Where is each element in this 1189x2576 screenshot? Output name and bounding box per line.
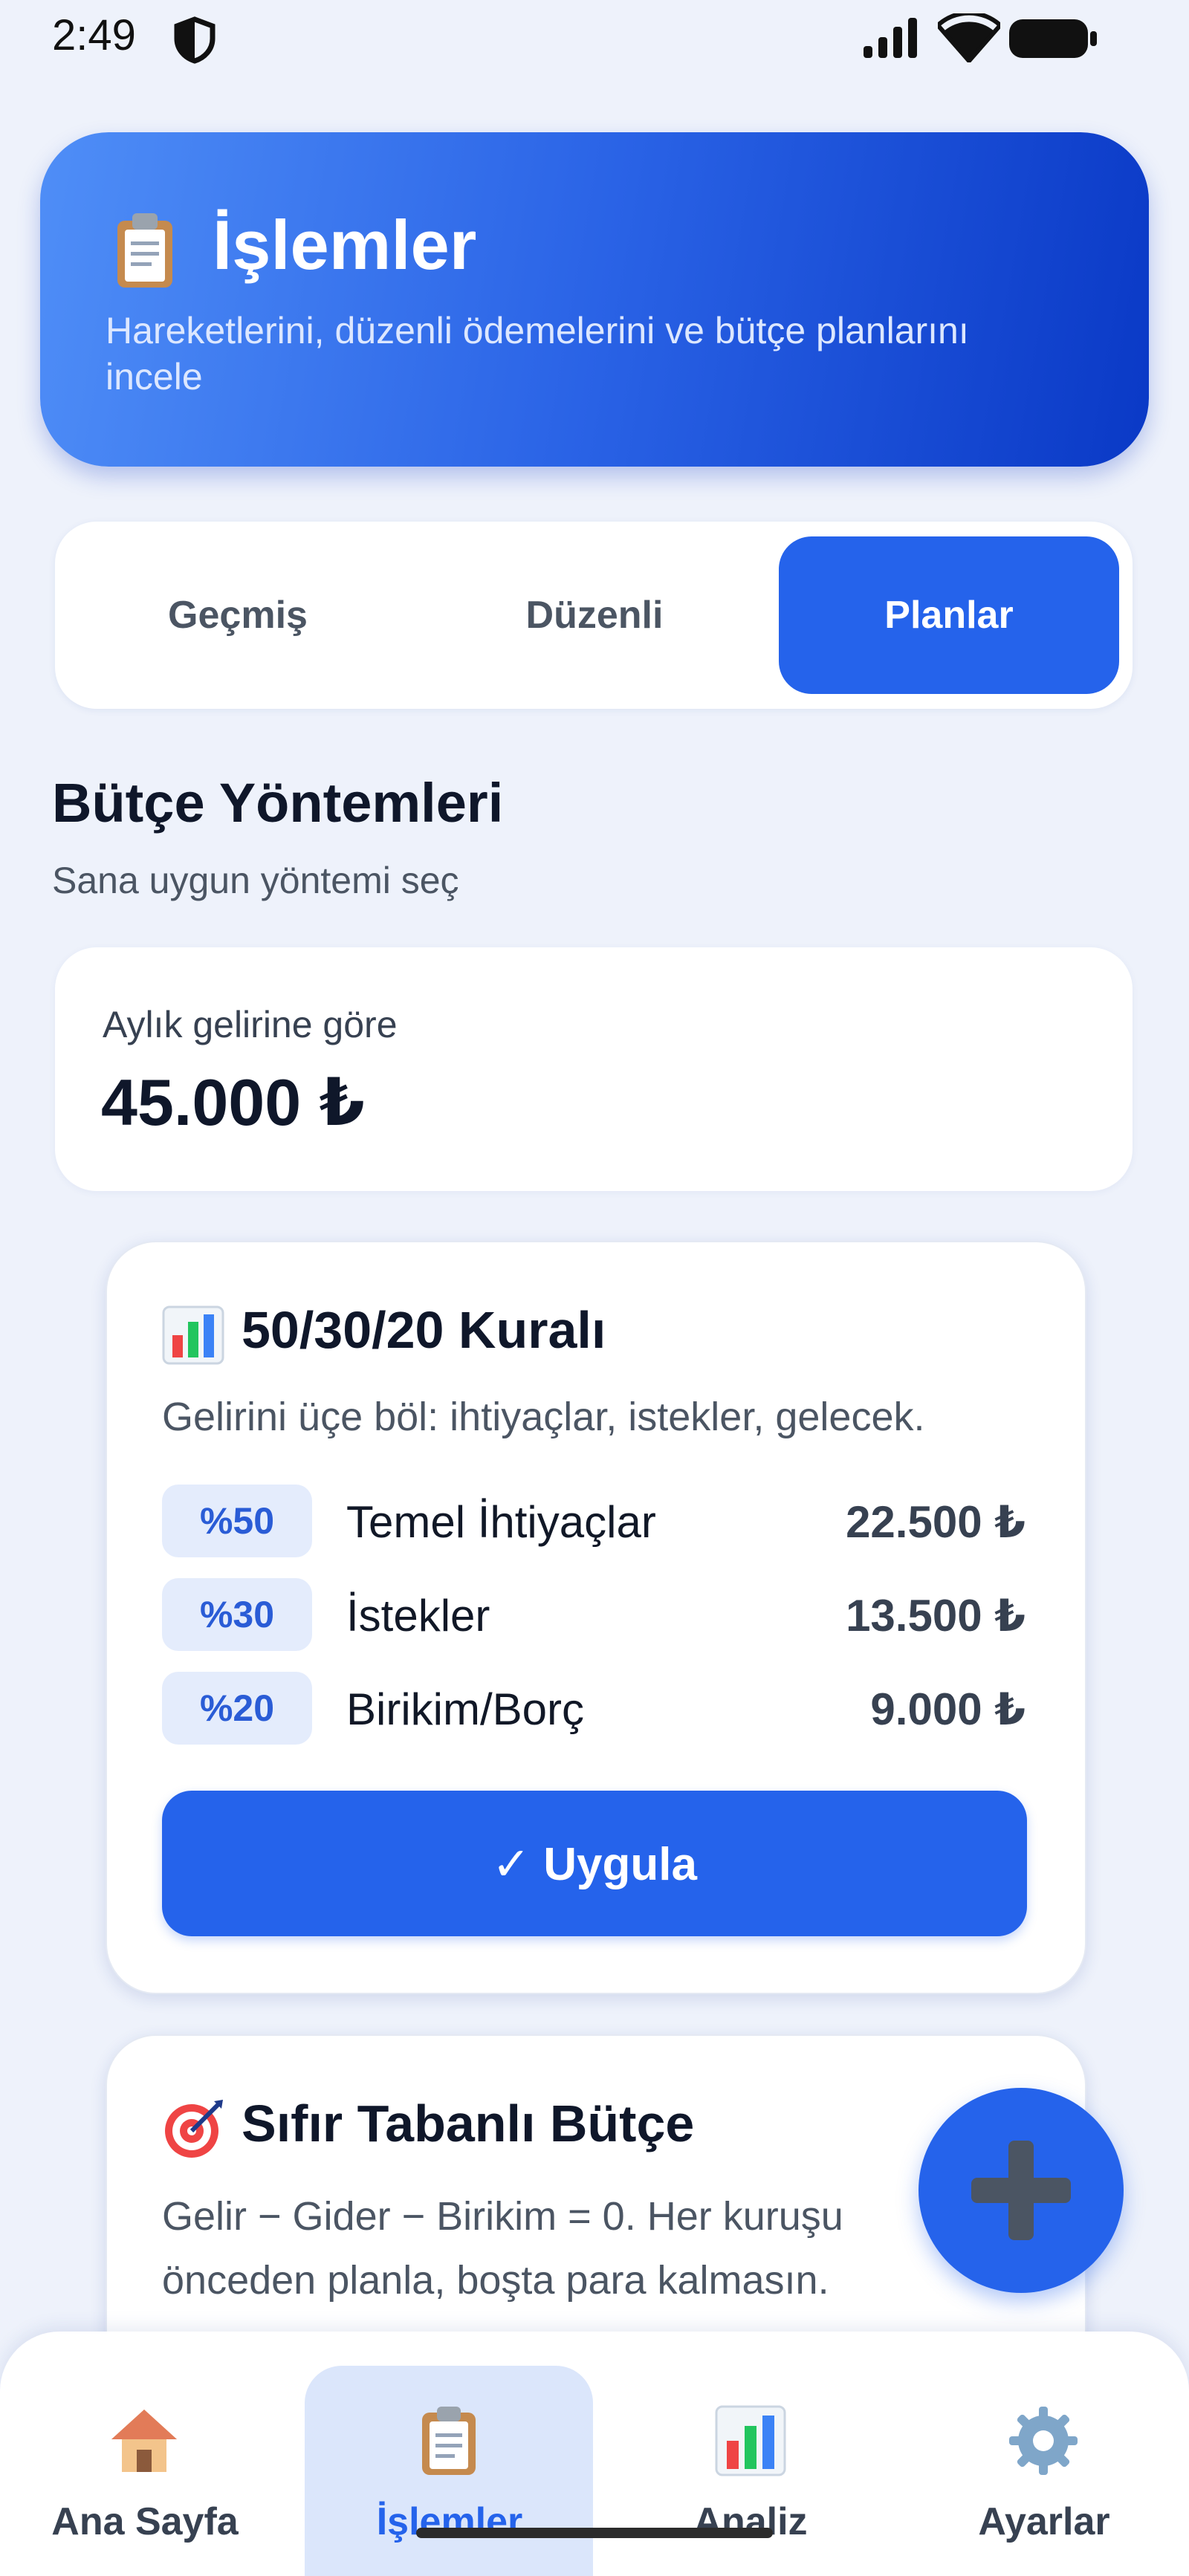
allocation-amount: 13.500 ₺ [846, 1591, 1026, 1641]
home-icon[interactable] [107, 2404, 181, 2478]
clipboard-icon [117, 213, 172, 288]
nav-settings-label[interactable]: Ayarlar [929, 2499, 1159, 2544]
plus-icon [971, 2141, 1071, 2240]
shield-icon [174, 16, 216, 64]
page-title: İşlemler [213, 206, 477, 284]
zero-card-title: Sıfır Tabanlı Bütçe [242, 2095, 695, 2152]
clipboard-icon[interactable] [412, 2404, 486, 2478]
percent-badge: %20 [162, 1672, 312, 1745]
cellular-signal-icon [864, 18, 917, 58]
tab-plans[interactable]: Planlar [779, 536, 1119, 694]
apply-button[interactable]: ✓ Uygula [162, 1791, 1027, 1936]
wifi-icon [938, 13, 1000, 62]
bar-chart-icon[interactable] [713, 2404, 788, 2478]
zero-card-description: Gelir − Gider − Birikim = 0. Her kuruşu … [162, 2194, 843, 2303]
target-icon [165, 2100, 223, 2158]
rule-card-title: 50/30/20 Kuralı [242, 1301, 606, 1359]
bar-chart-icon [162, 1305, 224, 1365]
nav-home-label[interactable]: Ana Sayfa [30, 2499, 260, 2544]
tab-recurring[interactable]: Düzenli [468, 536, 721, 694]
page-subtitle: Hareketlerini, düzenli ödemelerini ve bü… [106, 310, 969, 398]
allocation-amount: 9.000 ₺ [870, 1684, 1026, 1734]
income-label: Aylık gelirine göre [103, 1004, 398, 1045]
header-banner [40, 132, 1149, 467]
rule-card-description: Gelirini üçe böl: ihtiyaçlar, istekler, … [162, 1395, 925, 1439]
tab-history[interactable]: Geçmiş [111, 536, 364, 694]
percent-badge: %50 [162, 1485, 312, 1557]
percent-badge: %30 [162, 1578, 312, 1651]
add-transaction-button[interactable] [919, 2088, 1124, 2293]
allocation-label: Temel İhtiyaçlar [346, 1497, 656, 1547]
gear-icon[interactable] [1006, 2404, 1081, 2478]
allocation-label: Birikim/Borç [346, 1684, 585, 1734]
income-value: 45.000 ₺ [101, 1065, 365, 1139]
home-indicator [416, 2528, 773, 2538]
status-time: 2:49 [52, 11, 136, 59]
allocation-amount: 22.500 ₺ [846, 1497, 1026, 1547]
battery-icon [1009, 19, 1097, 58]
allocation-label: İstekler [346, 1591, 490, 1641]
section-subtitle: Sana uygun yöntemi seç [52, 860, 459, 901]
section-title: Bütçe Yöntemleri [52, 772, 504, 834]
